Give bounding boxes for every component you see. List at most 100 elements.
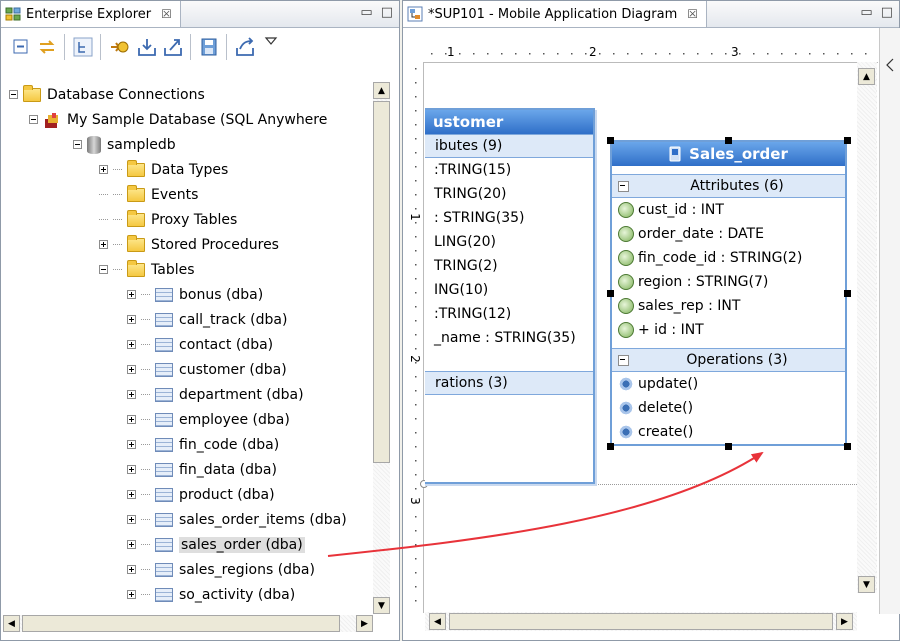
collapse-icon[interactable] xyxy=(29,115,38,124)
customer-attribute[interactable]: LING(20) xyxy=(425,230,593,254)
collapse-all-icon[interactable] xyxy=(10,36,32,58)
tree-item[interactable]: sales_order_items (dba) xyxy=(127,507,347,532)
tree-item[interactable]: Stored Procedures xyxy=(99,232,279,257)
expand-icon[interactable] xyxy=(127,515,136,524)
sales-order-attribute[interactable]: sales_rep : INT xyxy=(612,294,845,318)
tree-view-icon[interactable] xyxy=(72,36,94,58)
save-icon[interactable] xyxy=(198,36,220,58)
scroll-thumb[interactable] xyxy=(373,101,390,463)
maximize-icon[interactable]: □ xyxy=(381,5,393,20)
tree-item[interactable]: call_track (dba) xyxy=(127,307,287,332)
scroll-up-button[interactable]: ▲ xyxy=(858,68,875,85)
view-menu-icon[interactable] xyxy=(264,34,278,48)
resize-handle[interactable] xyxy=(725,137,732,144)
resize-handle[interactable] xyxy=(844,137,851,144)
customer-attribute[interactable]: TRING(2) xyxy=(425,254,593,278)
tree-item[interactable]: employee (dba) xyxy=(127,407,290,432)
import-icon[interactable] xyxy=(136,36,158,58)
customer-operations-header[interactable]: rations (3) xyxy=(425,371,593,395)
scroll-thumb[interactable] xyxy=(449,613,833,630)
tab-enterprise-explorer[interactable]: Enterprise Explorer ☒ xyxy=(1,1,181,27)
scroll-right-button[interactable]: ▶ xyxy=(356,615,373,632)
tree-item[interactable]: sales_order (dba) xyxy=(127,532,305,557)
deploy-icon[interactable] xyxy=(234,36,256,58)
expand-icon[interactable] xyxy=(127,540,136,549)
tree-item[interactable]: sales_regions (dba) xyxy=(127,557,315,582)
customer-attributes-header[interactable]: ibutes (9) xyxy=(425,134,593,158)
sales-order-operations-header[interactable]: Operations (3) xyxy=(612,348,845,372)
tree-item[interactable]: contact (dba) xyxy=(127,332,273,357)
collapse-icon[interactable] xyxy=(9,90,18,99)
tree-item[interactable]: bonus (dba) xyxy=(127,282,263,307)
expand-icon[interactable] xyxy=(127,415,136,424)
expand-icon[interactable] xyxy=(127,340,136,349)
resize-handle[interactable] xyxy=(725,443,732,450)
tree-item[interactable]: Events xyxy=(99,182,198,207)
scroll-left-button[interactable]: ◀ xyxy=(3,615,20,632)
scroll-right-button[interactable]: ▶ xyxy=(836,613,853,630)
tab-mobile-application-diagram[interactable]: *SUP101 - Mobile Application Diagram ☒ xyxy=(403,1,707,27)
tree-item[interactable]: product (dba) xyxy=(127,482,275,507)
diagram-horizontal-scrollbar[interactable]: ◀ ▶ xyxy=(425,612,857,631)
scroll-up-button[interactable]: ▲ xyxy=(373,82,390,99)
customer-attribute[interactable]: :TRING(15) xyxy=(425,158,593,182)
customer-attribute[interactable]: _name : STRING(35) xyxy=(425,326,593,350)
tree-item[interactable]: department (dba) xyxy=(127,382,304,407)
expand-icon[interactable] xyxy=(127,365,136,374)
customer-attribute[interactable]: :TRING(12) xyxy=(425,302,593,326)
resize-handle[interactable] xyxy=(607,290,614,297)
tree-item[interactable]: Proxy Tables xyxy=(99,207,237,232)
collapse-icon[interactable] xyxy=(73,140,82,149)
expand-icon[interactable] xyxy=(99,165,108,174)
minimize-icon[interactable]: ▭ xyxy=(360,5,372,20)
tree-item[interactable]: Data Types xyxy=(99,157,228,182)
sales-order-attributes-header[interactable]: Attributes (6) xyxy=(612,174,845,198)
expand-icon[interactable] xyxy=(127,490,136,499)
sales-order-operation[interactable]: delete() xyxy=(612,396,845,420)
scroll-thumb[interactable] xyxy=(22,615,340,632)
sales-order-operation[interactable]: update() xyxy=(612,372,845,396)
maximize-icon[interactable]: □ xyxy=(881,5,893,20)
tree-item[interactable]: sampledb xyxy=(73,132,176,157)
collapse-attributes-icon[interactable] xyxy=(618,180,629,192)
sales-order-operation[interactable]: create() xyxy=(612,420,845,444)
scroll-down-button[interactable]: ▼ xyxy=(858,576,875,593)
explorer-horizontal-scrollbar[interactable]: ◀ ▶ xyxy=(3,615,373,632)
expand-icon[interactable] xyxy=(127,390,136,399)
tree-item[interactable]: Database Connections xyxy=(9,82,205,107)
minimize-icon[interactable]: ▭ xyxy=(860,5,872,20)
expand-icon[interactable] xyxy=(127,590,136,599)
resize-handle[interactable] xyxy=(607,137,614,144)
tree-item[interactable]: My Sample Database (SQL Anywhere xyxy=(29,107,327,132)
sales-order-attribute[interactable]: cust_id : INT xyxy=(612,198,845,222)
expand-icon[interactable] xyxy=(127,290,136,299)
expand-icon[interactable] xyxy=(127,565,136,574)
tree-item[interactable]: Tables xyxy=(99,257,195,282)
expand-icon[interactable] xyxy=(127,315,136,324)
collapse-operations-icon[interactable] xyxy=(618,354,629,366)
sales-order-attribute[interactable]: + id : INT xyxy=(612,318,845,342)
resize-handle[interactable] xyxy=(844,443,851,450)
resize-handle[interactable] xyxy=(607,443,614,450)
tree-item[interactable]: fin_code (dba) xyxy=(127,432,279,457)
sales-order-attribute[interactable]: fin_code_id : STRING(2) xyxy=(612,246,845,270)
scroll-left-button[interactable]: ◀ xyxy=(429,613,446,630)
diagram-vertical-scrollbar[interactable]: ▲ ▼ xyxy=(857,62,876,593)
link-with-editor-icon[interactable] xyxy=(36,36,58,58)
customer-attribute[interactable]: ING(10) xyxy=(425,278,593,302)
tree-item[interactable]: so_activity (dba) xyxy=(127,582,295,607)
customer-entity[interactable]: ustomer ibutes (9) :TRING(15) TRING(20): … xyxy=(425,108,595,484)
tree-item[interactable]: fin_data (dba) xyxy=(127,457,277,482)
palette-toggle-icon[interactable] xyxy=(885,58,895,72)
explorer-vertical-scrollbar[interactable]: ▲ ▼ xyxy=(373,82,390,614)
sales-order-attribute[interactable]: region : STRING(7) xyxy=(612,270,845,294)
expand-icon[interactable] xyxy=(127,440,136,449)
sales-order-entity[interactable]: Sales_order Attributes (6) cust_id : INT… xyxy=(610,140,847,446)
customer-attribute[interactable]: TRING(20) xyxy=(425,182,593,206)
resize-handle[interactable] xyxy=(844,290,851,297)
close-icon[interactable]: ☒ xyxy=(687,7,698,21)
collapse-icon[interactable] xyxy=(99,265,108,274)
connect-icon[interactable] xyxy=(108,36,130,58)
export-icon[interactable] xyxy=(162,36,184,58)
close-icon[interactable]: ☒ xyxy=(161,7,172,21)
